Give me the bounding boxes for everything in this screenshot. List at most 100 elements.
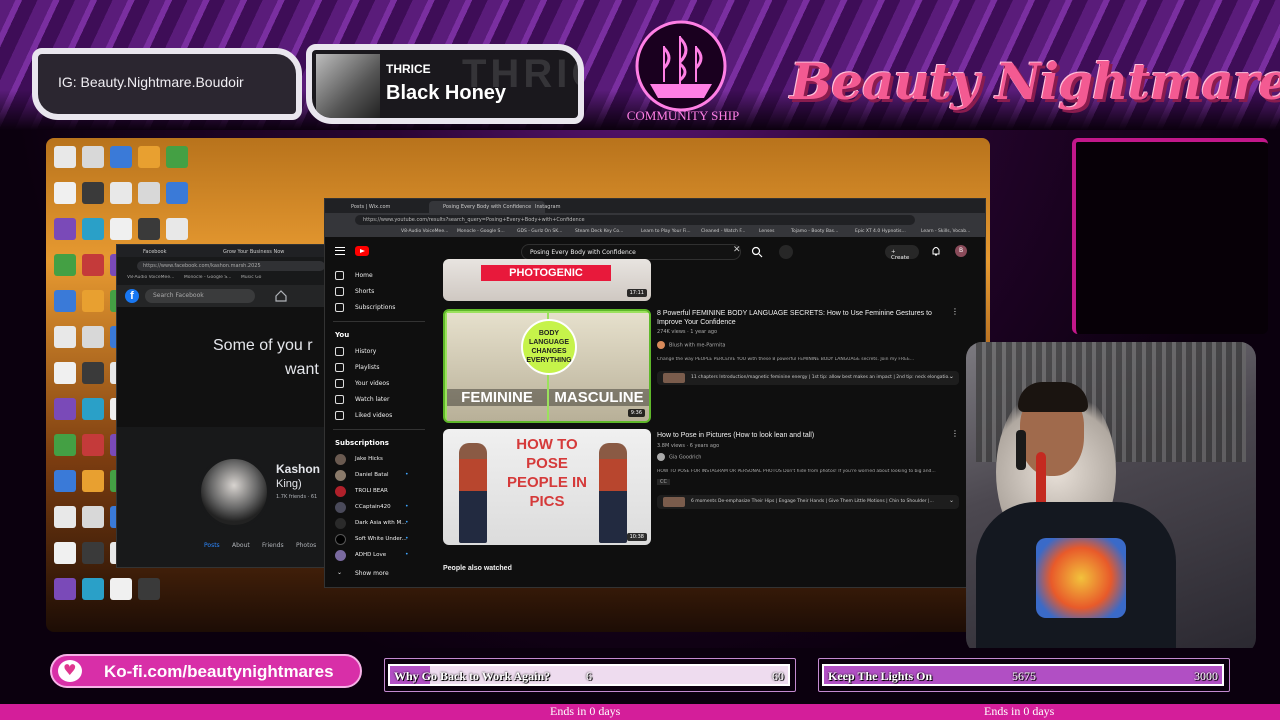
fb-address-bar[interactable]: https://www.facebook.com/kashon.marsh.20… — [137, 261, 325, 271]
more-options-icon[interactable]: ⋮ — [951, 307, 959, 316]
fb-nav-photos[interactable]: Photos — [296, 542, 316, 549]
desktop-shortcut-icon[interactable] — [110, 218, 132, 240]
home-icon[interactable] — [275, 290, 287, 302]
desktop-shortcut-icon[interactable] — [82, 398, 104, 420]
desktop-shortcut-icon[interactable] — [54, 434, 76, 456]
search-icon[interactable] — [751, 246, 763, 258]
desktop-shortcut-icon[interactable] — [166, 218, 188, 240]
video-chapters[interactable]: 11 chapters Introduction/magnetic femini… — [657, 371, 959, 385]
microphone-icon[interactable] — [779, 245, 793, 259]
fb-nav-friends[interactable]: Friends — [262, 542, 284, 549]
tab-wix[interactable]: Posts | Wix.com — [337, 201, 404, 213]
desktop-shortcut-icon[interactable] — [54, 182, 76, 204]
create-button[interactable]: + Create — [885, 245, 919, 261]
address-bar[interactable]: https://www.youtube.com/results?search_q… — [355, 215, 915, 225]
fb-cover: Some of you r want — [117, 307, 329, 427]
video-channel[interactable]: Blush with me-Parmita — [657, 341, 725, 349]
bookmark-item[interactable]: V8-Audio VoiceMee... — [401, 229, 448, 234]
video-moments[interactable]: 6 moments De-emphasize Their Hips | Enga… — [657, 495, 959, 509]
video-channel[interactable]: Gia Goodrich — [657, 453, 701, 461]
sidebar-subscriptions-header[interactable]: Subscriptions — [335, 439, 389, 447]
desktop-shortcut-icon[interactable] — [54, 290, 76, 312]
bookmark-item[interactable]: GDS - Gurlz On SK... — [517, 229, 562, 234]
bookmark-item[interactable]: Cleaned - Watch F... — [701, 229, 745, 234]
desktop-shortcut-icon[interactable] — [54, 470, 76, 492]
video-thumbnail[interactable]: HOW TO POSE PEOPLE IN PICS 10:38 — [443, 429, 651, 545]
desktop-shortcut-icon[interactable] — [110, 578, 132, 600]
thumbnail-figure-right — [599, 443, 627, 543]
video-thumbnail[interactable]: BODY LANGUAGE CHANGES EVERYTHING FEMININ… — [443, 309, 651, 423]
desktop-shortcut-icon[interactable] — [82, 218, 104, 240]
video-description: Change the way PEOPLE PERCEIVE YOU with … — [657, 357, 915, 362]
desktop-shortcut-icon[interactable] — [54, 326, 76, 348]
fb-bookmark[interactable]: Music Go — [241, 275, 261, 280]
fb-tab-business[interactable]: Grow Your Business Now — [213, 247, 294, 257]
desktop-shortcut-icon[interactable] — [138, 182, 160, 204]
desktop-shortcut-icon[interactable] — [82, 146, 104, 168]
video-thumbnail[interactable]: PHOTOGENIC 17:11 — [443, 259, 651, 301]
desktop-shortcut-icon[interactable] — [82, 470, 104, 492]
desktop-shortcut-icon[interactable] — [138, 578, 160, 600]
fb-profile-name: Kashon — [276, 462, 321, 476]
desktop-shortcut-icon[interactable] — [54, 218, 76, 240]
desktop-shortcut-icon[interactable] — [54, 542, 76, 564]
kofi-banner[interactable]: Ko-fi.com/beautynightmares — [50, 654, 362, 688]
facebook-logo-icon[interactable]: f — [125, 289, 139, 303]
fb-nav-about[interactable]: About — [232, 542, 250, 549]
desktop-shortcut-icon[interactable] — [82, 578, 104, 600]
desktop-shortcut-icon[interactable] — [54, 506, 76, 528]
desktop-shortcut-icon[interactable] — [138, 218, 160, 240]
channel-name: Gia Goodrich — [669, 454, 702, 461]
bookmark-item[interactable]: Tojamo - Booty Bas... — [791, 229, 838, 234]
tab-instagram[interactable]: Instagram — [521, 201, 574, 213]
desktop-shortcut-icon[interactable] — [54, 146, 76, 168]
desktop-shortcut-icon[interactable] — [82, 362, 104, 384]
clear-search-icon[interactable]: ✕ — [733, 245, 741, 255]
desktop-shortcut-icon[interactable] — [138, 146, 160, 168]
fb-search-input[interactable]: Search Facebook — [145, 289, 255, 303]
desktop-shortcut-icon[interactable] — [54, 578, 76, 600]
new-content-dot: • — [405, 519, 409, 526]
desktop-shortcut-icon[interactable] — [110, 182, 132, 204]
fb-profile-avatar[interactable] — [198, 456, 270, 528]
desktop-shortcut-icon[interactable] — [54, 254, 76, 276]
video-title[interactable]: 8 Powerful FEMININE BODY LANGUAGE SECRET… — [657, 309, 947, 327]
desktop-shortcut-icon[interactable] — [82, 290, 104, 312]
fb-nav-posts[interactable]: Posts — [204, 542, 220, 549]
fb-bookmark[interactable]: Monocle - Google S... — [184, 275, 232, 280]
more-options-icon[interactable]: ⋮ — [951, 429, 959, 438]
desktop-shortcut-icon[interactable] — [82, 506, 104, 528]
stream-overlay: IG: Beauty.Nightmare.Boudoir THRICE THRI… — [0, 0, 1280, 720]
notifications-bell-icon[interactable] — [931, 245, 941, 257]
sidebar-item-label: Playlists — [355, 364, 380, 371]
bookmark-item[interactable]: Lenses — [759, 229, 775, 234]
desktop-shortcut-icon[interactable] — [54, 362, 76, 384]
search-input[interactable]: Posing Every Body with Confidence — [521, 244, 741, 260]
fb-bookmark[interactable]: V8-Audio VoiceMee... — [127, 275, 174, 280]
desktop-shortcut-icon[interactable] — [82, 254, 104, 276]
desktop-shortcut-icon[interactable] — [166, 182, 188, 204]
channel-name: Blush with me-Parmita — [669, 342, 726, 349]
desktop-shortcut-icon[interactable] — [82, 182, 104, 204]
youtube-logo-icon[interactable] — [355, 246, 369, 256]
account-avatar[interactable]: B — [955, 245, 967, 257]
desktop-shortcut-icon[interactable] — [166, 146, 188, 168]
desktop-shortcut-icon[interactable] — [110, 146, 132, 168]
chevron-down-icon[interactable]: ⌄ — [949, 497, 954, 504]
chevron-down-icon[interactable]: ⌄ — [949, 373, 954, 380]
desktop-shortcut-icon[interactable] — [82, 326, 104, 348]
bookmark-item[interactable]: Epic XT 4.0 Hypnotis... — [855, 229, 906, 234]
desktop-shortcut-icon[interactable] — [82, 434, 104, 456]
sidebar-you-header[interactable]: You — [335, 331, 349, 339]
bookmark-item[interactable]: Steam Deck Key Co... — [575, 229, 623, 234]
fb-tab-facebook[interactable]: Facebook — [133, 247, 177, 257]
menu-icon[interactable] — [335, 247, 345, 255]
bookmark-item[interactable]: Learn - Skills, Vocab... — [921, 229, 970, 234]
desktop-shortcut-icon[interactable] — [54, 398, 76, 420]
desktop-shortcut-icon[interactable] — [82, 542, 104, 564]
shorts-icon — [335, 287, 344, 296]
video-title[interactable]: How to Pose in Pictures (How to look lea… — [657, 431, 947, 440]
bookmark-item[interactable]: Monocle - Google S... — [457, 229, 505, 234]
bookmark-item[interactable]: Learn to Play Your Fi... — [641, 229, 691, 234]
fb-tab-bar: Facebook Grow Your Business Now — [117, 245, 327, 257]
